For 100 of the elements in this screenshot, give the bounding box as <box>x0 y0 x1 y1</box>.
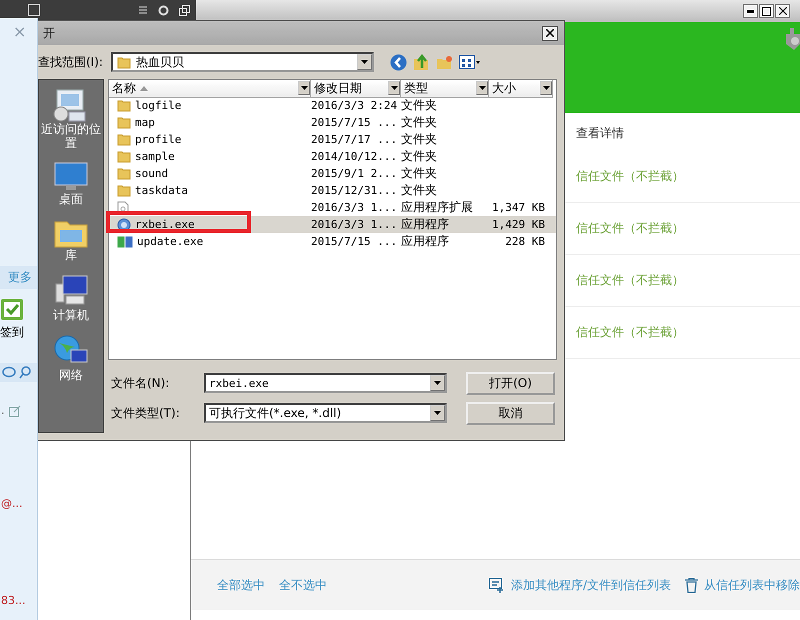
close-icon <box>778 7 786 15</box>
open-button[interactable]: 打开(O) <box>466 372 555 394</box>
file-name: taskdata <box>135 184 188 197</box>
entry-text: . <box>1 404 4 417</box>
file-type: 应用程序 <box>401 233 450 250</box>
column-menu-button[interactable] <box>540 81 552 95</box>
folder-icon <box>117 133 131 146</box>
maximize-icon <box>762 6 771 16</box>
column-header[interactable]: 类型 <box>401 80 489 98</box>
dialog-title: 开 <box>43 24 55 42</box>
column-menu-button[interactable] <box>388 81 400 95</box>
caret-icon <box>478 86 486 90</box>
file-name: update.exe <box>137 235 204 248</box>
place-item[interactable]: 计算机 <box>39 274 103 322</box>
checkbox[interactable] <box>1 299 23 320</box>
modified-date: 2016/3/3 2:24 <box>311 99 398 112</box>
modified-date: 2016/3/3 1... <box>311 201 398 214</box>
file-size: 1,429 KB <box>491 218 545 231</box>
file-type: 文件夹 <box>401 114 438 131</box>
file-type: 应用程序 <box>401 216 450 233</box>
modified-date: 2015/7/17 ... <box>311 133 398 146</box>
file-type: 文件夹 <box>401 182 438 199</box>
look-in-label: 查找范围(I): <box>38 54 103 70</box>
location-dropdown[interactable]: 热血贝贝 <box>110 52 374 72</box>
dropdown-button[interactable] <box>430 405 445 421</box>
file-name: logfile <box>135 99 182 112</box>
menu-icon[interactable] <box>138 5 148 15</box>
shield-icon <box>786 28 800 50</box>
trust-status: 信任文件（不拦截） <box>576 168 684 185</box>
trash-icon <box>685 578 698 592</box>
modified-date: 2016/3/3 1... <box>311 218 398 231</box>
entry-text: 83... <box>1 594 26 607</box>
entry-text: @... <box>1 497 22 510</box>
dropdown-button[interactable] <box>356 54 372 70</box>
file-row[interactable]: taskdata 2015/12/31... 文件夹 <box>109 182 556 199</box>
dropdown-button[interactable] <box>430 375 445 391</box>
file-row[interactable]: rxbei.exe 2016/3/3 1... 应用程序 1,429 KB <box>109 216 556 233</box>
modified-date: 2015/7/15 ... <box>311 235 398 248</box>
file-row[interactable]: profile 2015/7/17 ... 文件夹 <box>109 131 556 148</box>
column-menu-button[interactable] <box>298 81 310 95</box>
details-label: 查看详情 <box>576 126 624 140</box>
file-row[interactable]: map 2015/7/15 ... 文件夹 <box>109 114 556 131</box>
cancel-button[interactable]: 取消 <box>466 402 555 424</box>
file-type-label: 文件类型(T): <box>110 404 181 422</box>
caret-icon <box>434 411 441 415</box>
restore-icon[interactable] <box>179 4 190 16</box>
caret-icon <box>360 60 368 64</box>
file-name-label: 文件名(N): <box>110 374 170 392</box>
trust-status: 信任文件（不拦截） <box>576 220 684 237</box>
file-name: rxbei.exe <box>135 218 195 231</box>
minimize-button[interactable] <box>743 4 758 18</box>
file-row[interactable]: logfile 2016/3/3 2:24 文件夹 <box>109 97 556 114</box>
file-name: map <box>135 116 155 129</box>
file-type: 文件夹 <box>401 165 438 182</box>
folder-icon <box>117 116 131 129</box>
modified-date: 2015/12/31... <box>311 184 398 197</box>
column-header[interactable]: 大小 <box>489 80 553 98</box>
file-type: 文件夹 <box>401 97 438 114</box>
column-header[interactable]: 名称 <box>109 80 311 98</box>
app-icon <box>117 218 131 232</box>
file-row[interactable]: sound 2015/9/1 2... 文件夹 <box>109 165 556 182</box>
checkin-label: 签到 <box>0 324 24 341</box>
view-menu-icon[interactable] <box>458 55 481 69</box>
place-item[interactable]: 近访问的位置 <box>39 88 103 150</box>
place-item[interactable]: 桌面 <box>39 162 103 206</box>
file-type: 文件夹 <box>401 131 438 148</box>
file-size: 228 KB <box>504 235 545 248</box>
trust-status: 信任文件（不拦截） <box>576 272 684 289</box>
file-type-dropdown[interactable]: 可执行文件(*.exe, *.dll) <box>204 403 447 423</box>
folder-icon <box>117 150 131 163</box>
file-type: 文件夹 <box>401 148 438 165</box>
file-name-field[interactable]: rxbei.exe <box>204 373 447 393</box>
modified-date: 2015/9/1 2... <box>311 167 398 180</box>
file-row[interactable]: update.exe 2015/7/15 ... 应用程序 228 KB <box>109 233 556 250</box>
column-menu-button[interactable] <box>476 81 488 95</box>
file-name: sound <box>135 167 168 180</box>
column-header[interactable]: 修改日期 <box>311 80 401 98</box>
folder-icon <box>117 167 131 180</box>
minimize-icon <box>747 10 754 12</box>
file-row[interactable]: 2016/3/3 1... 应用程序扩展 1,347 KB <box>109 199 556 216</box>
caret-icon <box>434 381 441 385</box>
caret-icon <box>542 86 550 90</box>
file-name: profile <box>135 133 182 146</box>
sort-arrow-icon <box>140 86 148 91</box>
back-icon[interactable] <box>390 54 407 70</box>
search-icon[interactable] <box>19 366 31 379</box>
file-name: sample <box>135 150 175 163</box>
file-row[interactable]: sample 2014/10/12... 文件夹 <box>109 148 556 165</box>
place-item[interactable]: 库 <box>39 218 103 262</box>
folder-icon <box>117 184 131 197</box>
modified-date: 2015/7/15 ... <box>311 116 398 129</box>
add-list-icon <box>488 578 505 592</box>
file-type: 应用程序扩展 <box>401 199 474 216</box>
place-item[interactable]: 网络 <box>39 334 103 382</box>
maximize-button[interactable] <box>759 4 774 18</box>
chat-icon[interactable] <box>2 366 17 379</box>
close-button[interactable] <box>542 26 558 40</box>
trust-status: 信任文件（不拦截） <box>576 324 684 341</box>
caret-icon <box>390 86 398 90</box>
close-button[interactable] <box>775 4 790 18</box>
